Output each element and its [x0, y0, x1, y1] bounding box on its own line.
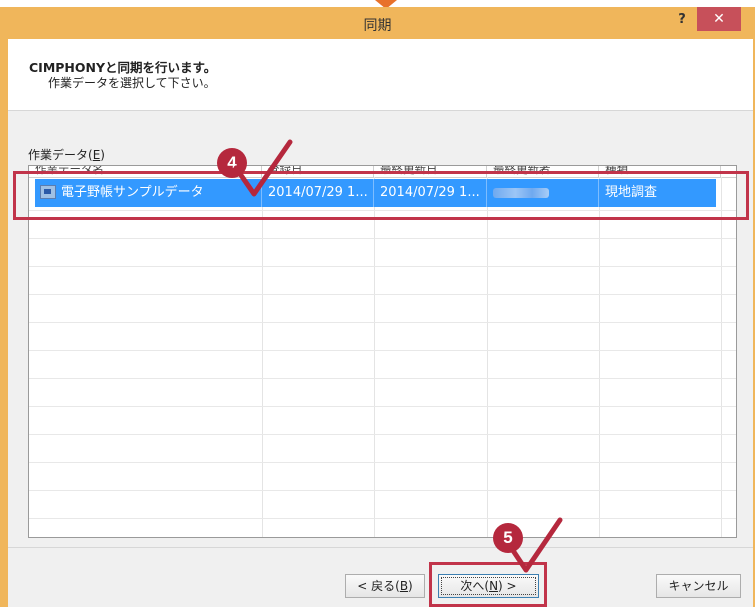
title-bar[interactable]: 同期 ? ✕: [0, 7, 755, 39]
highlight-row-box: [13, 171, 749, 220]
cancel-button[interactable]: キャンセル: [656, 574, 741, 598]
row-divider: [29, 406, 736, 407]
row-divider: [29, 490, 736, 491]
row-divider: [29, 434, 736, 435]
row-divider: [29, 294, 736, 295]
column-divider: [262, 177, 263, 537]
row-divider: [29, 518, 736, 519]
work-data-list[interactable]: 作業データ名 登録日 最終更新日 最終更新者 種類 電子野帳サンプルデータ 20…: [28, 165, 737, 538]
close-icon: ✕: [713, 11, 725, 27]
row-divider: [29, 462, 736, 463]
close-button[interactable]: ✕: [697, 7, 741, 31]
wizard-subtitle: 作業データを選択して下さい。: [48, 76, 216, 90]
wizard-header: CIMPHONYと同期を行います。 作業データを選択して下さい。: [8, 39, 753, 111]
row-divider: [29, 266, 736, 267]
dialog-body: CIMPHONYと同期を行います。 作業データを選択して下さい。 作業データ(E…: [8, 39, 753, 607]
row-divider: [29, 378, 736, 379]
column-divider: [374, 177, 375, 537]
column-divider: [487, 177, 488, 537]
row-divider: [29, 350, 736, 351]
column-divider: [721, 177, 722, 537]
back-button[interactable]: < 戻る(B): [345, 574, 425, 598]
checkmark-icon: [507, 517, 563, 573]
row-divider: [29, 322, 736, 323]
checkmark-icon: [233, 139, 293, 197]
footer-divider: [8, 547, 753, 548]
row-divider: [29, 238, 736, 239]
list-label: 作業データ(E): [28, 148, 105, 162]
window-title: 同期: [363, 18, 392, 34]
column-divider: [599, 177, 600, 537]
help-button[interactable]: ?: [668, 7, 696, 33]
